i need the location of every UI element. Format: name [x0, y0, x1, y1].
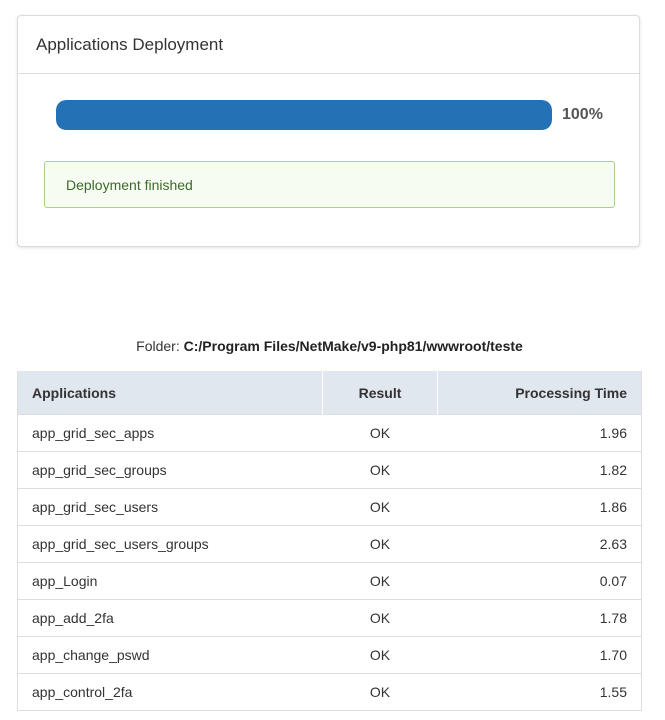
cell-time: 1.96 — [437, 414, 642, 452]
deployment-panel: Applications Deployment 100% Deployment … — [17, 15, 640, 247]
cell-result: OK — [322, 525, 438, 563]
cell-app: app_grid_sec_groups — [17, 451, 323, 489]
cell-time: 2.63 — [437, 525, 642, 563]
folder-line: Folder: C:/Program Files/NetMake/v9-php8… — [0, 338, 659, 354]
cell-result: OK — [322, 562, 438, 600]
table-header-row: Applications Result Processing Time — [17, 371, 642, 415]
applications-table: Applications Result Processing Time app_… — [17, 371, 642, 711]
table-row: app_grid_sec_users_groups OK 2.63 — [17, 525, 642, 563]
progress-track — [56, 100, 552, 130]
table-row: app_change_pswd OK 1.70 — [17, 636, 642, 674]
panel-title: Applications Deployment — [18, 16, 639, 74]
cell-result: OK — [322, 636, 438, 674]
table-row: app_grid_sec_apps OK 1.96 — [17, 414, 642, 452]
success-alert: Deployment finished — [44, 161, 615, 208]
folder-path: C:/Program Files/NetMake/v9-php81/wwwroo… — [183, 338, 523, 354]
cell-time: 0.07 — [437, 562, 642, 600]
folder-label: Folder: — [136, 338, 180, 354]
cell-app: app_Login — [17, 562, 323, 600]
cell-app: app_add_2fa — [17, 599, 323, 637]
cell-result: OK — [322, 414, 438, 452]
cell-result: OK — [322, 673, 438, 711]
header-applications: Applications — [17, 371, 323, 415]
table-row: app_grid_sec_groups OK 1.82 — [17, 451, 642, 489]
table-row: app_grid_sec_users OK 1.86 — [17, 488, 642, 526]
cell-time: 1.82 — [437, 451, 642, 489]
table-row: app_control_2fa OK 1.55 — [17, 673, 642, 711]
header-processing-time: Processing Time — [437, 371, 642, 415]
header-result: Result — [322, 371, 438, 415]
cell-result: OK — [322, 451, 438, 489]
cell-app: app_grid_sec_users — [17, 488, 323, 526]
cell-app: app_grid_sec_apps — [17, 414, 323, 452]
cell-app: app_change_pswd — [17, 636, 323, 674]
cell-app: app_grid_sec_users_groups — [17, 525, 323, 563]
progress-percent-label: 100% — [562, 106, 603, 123]
cell-app: app_control_2fa — [17, 673, 323, 711]
table-row: app_Login OK 0.07 — [17, 562, 642, 600]
table-row: app_add_2fa OK 1.78 — [17, 599, 642, 637]
progress-bar — [56, 100, 552, 130]
cell-time: 1.70 — [437, 636, 642, 674]
cell-result: OK — [322, 488, 438, 526]
progress-row: 100% — [56, 100, 616, 130]
cell-result: OK — [322, 599, 438, 637]
cell-time: 1.55 — [437, 673, 642, 711]
cell-time: 1.78 — [437, 599, 642, 637]
cell-time: 1.86 — [437, 488, 642, 526]
